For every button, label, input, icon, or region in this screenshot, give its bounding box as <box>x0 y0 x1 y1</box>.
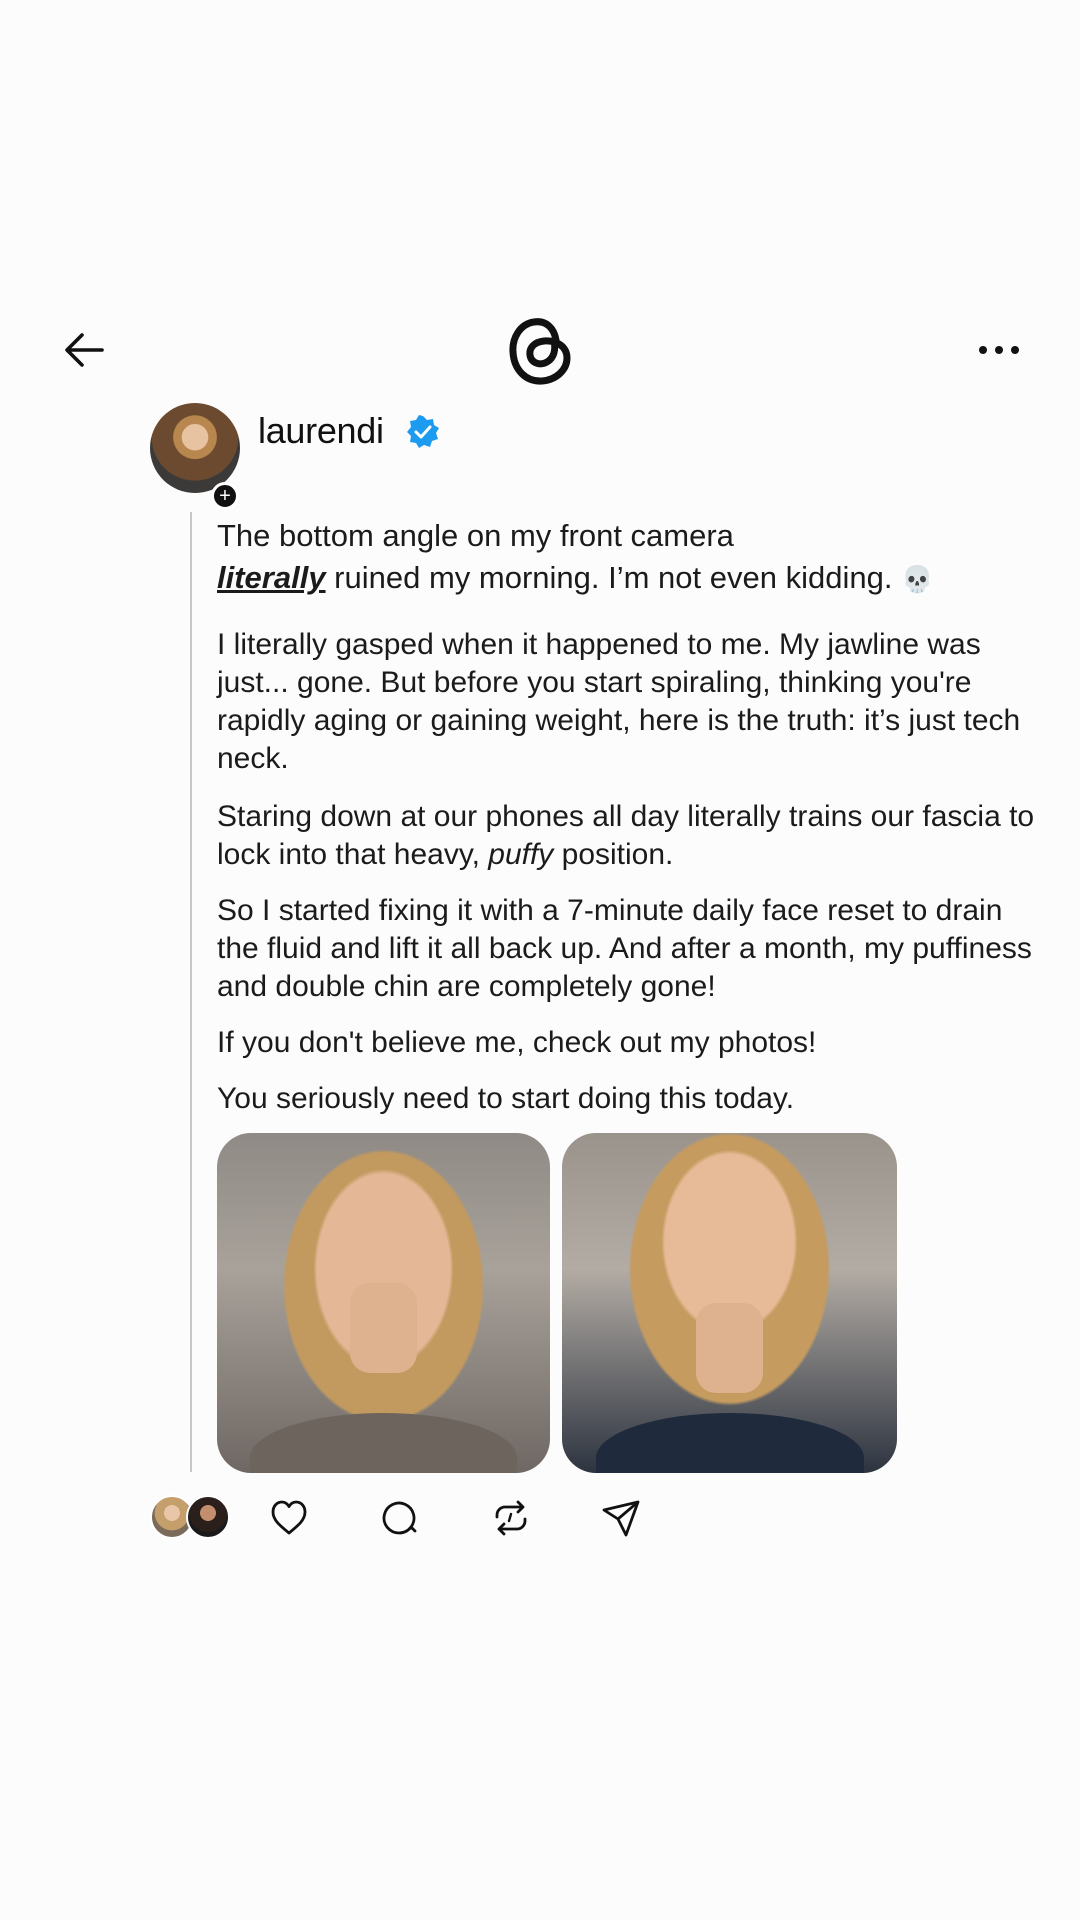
repost-button[interactable] <box>490 1497 532 1539</box>
post-body: The bottom angle on my front camera lite… <box>217 515 1037 1118</box>
post-photos <box>217 1133 897 1473</box>
more-horizontal-icon <box>979 346 1019 354</box>
post-paragraph-1: The bottom angle on my front camera lite… <box>217 518 934 595</box>
emphasis-literally: literally <box>217 560 326 595</box>
post-photo-after[interactable] <box>562 1133 897 1473</box>
more-options-button[interactable] <box>975 328 1023 372</box>
author-avatar[interactable] <box>150 403 240 493</box>
comment-button[interactable] <box>378 1497 420 1539</box>
post-paragraph-4: So I started fixing it with a 7-minute d… <box>217 894 1032 1003</box>
verified-badge-icon <box>407 415 439 448</box>
follow-plus-badge[interactable]: + <box>211 482 239 510</box>
emphasis-puffy: puffy <box>488 838 554 871</box>
post-paragraph-6: You seriously need to start doing this t… <box>217 1082 795 1115</box>
arrow-left-icon <box>65 333 104 367</box>
post-actions <box>150 1495 750 1545</box>
top-bar <box>0 300 1080 400</box>
post-photo-before[interactable] <box>217 1133 550 1473</box>
comment-icon <box>382 1501 417 1535</box>
repost-icon <box>495 1500 527 1536</box>
thread-line <box>190 512 192 1472</box>
share-button[interactable] <box>600 1497 642 1539</box>
heart-icon <box>271 1500 307 1535</box>
author-username[interactable]: laurendi <box>258 410 384 452</box>
skull-emoji-icon: 💀 <box>901 564 934 594</box>
threads-logo-icon[interactable] <box>504 310 576 390</box>
reply-avatar[interactable] <box>186 1495 230 1539</box>
send-icon <box>602 1500 640 1537</box>
post-paragraph-5: If you don't believe me, check out my ph… <box>217 1026 817 1059</box>
like-button[interactable] <box>268 1497 310 1539</box>
post-paragraph-3: Staring down at our phones all day liter… <box>217 800 1035 871</box>
back-button[interactable] <box>60 326 108 374</box>
post-paragraph-2: I literally gasped when it happened to m… <box>217 628 1021 775</box>
